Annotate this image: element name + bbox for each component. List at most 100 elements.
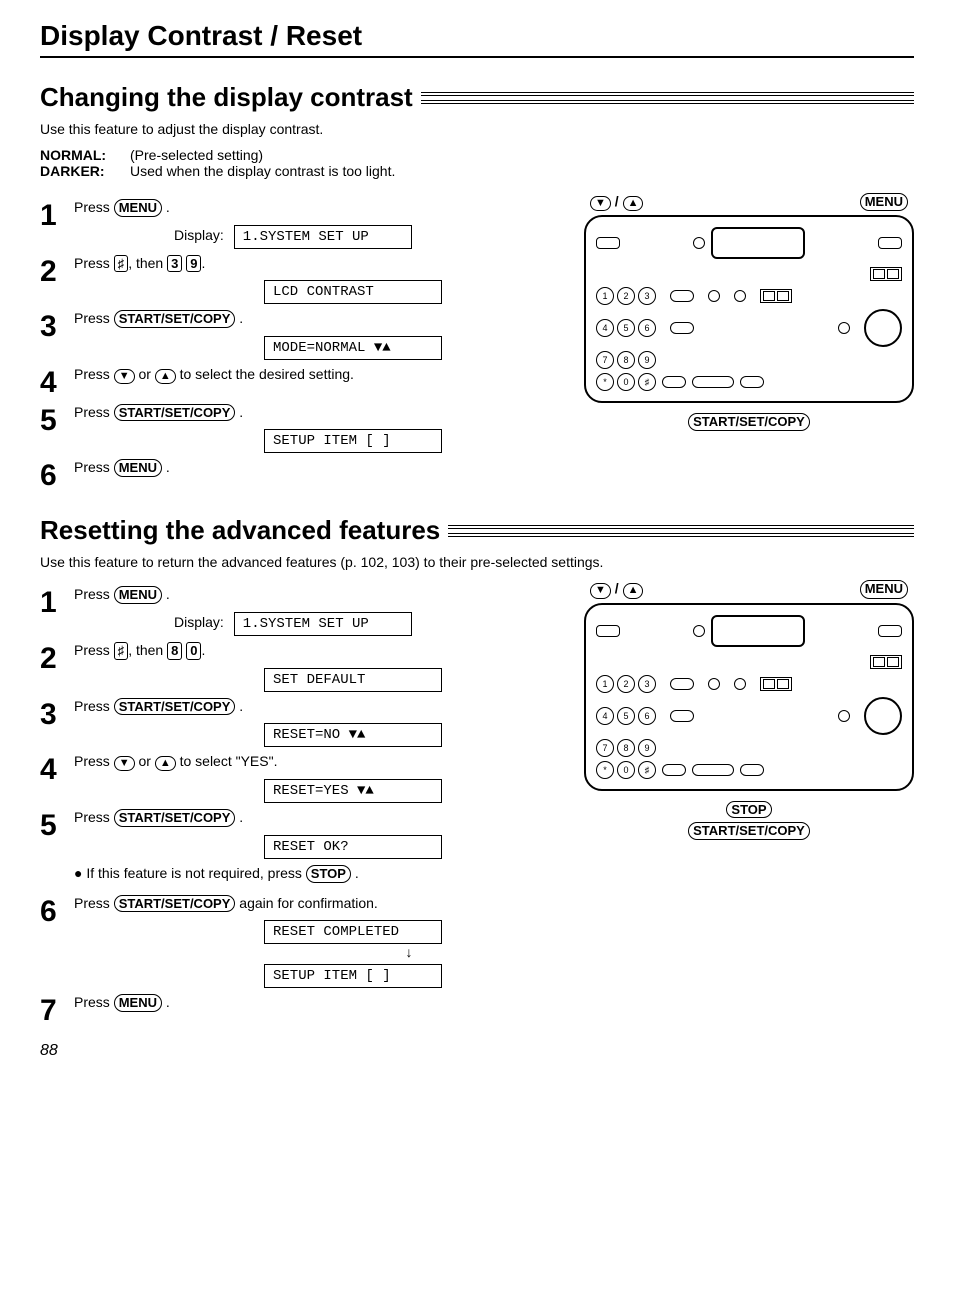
indicator-icon	[760, 289, 792, 303]
start-set-copy-button: START/SET/COPY	[114, 698, 236, 716]
s2-step6: 6 Press START/SET/COPY again for confirm…	[40, 895, 554, 989]
text: .	[235, 809, 243, 825]
device-button	[878, 237, 902, 249]
s1-step2: 2 Press ♯, then 3 9. LCD CONTRAST	[40, 255, 554, 305]
section2-intro: Use this feature to return the advanced …	[40, 554, 914, 570]
lcd-display: RESET=YES ▼▲	[264, 779, 442, 803]
lcd-display: MODE=NORMAL ▼▲	[264, 336, 442, 360]
text: Press	[74, 459, 114, 475]
text: Press	[74, 642, 114, 658]
device-led	[734, 678, 746, 690]
text: Press	[74, 753, 114, 769]
text: Press	[74, 366, 114, 382]
hash-key: ♯	[114, 255, 129, 273]
text: .	[201, 642, 205, 658]
up-arrow-button: ▲	[155, 756, 176, 771]
text: to select the desired setting.	[176, 366, 354, 382]
start-set-copy-button: START/SET/COPY	[114, 895, 236, 913]
key-8: 8	[167, 642, 182, 660]
device-button	[692, 376, 734, 388]
lcd-display: SETUP ITEM [ ]	[264, 429, 442, 453]
device-screen	[711, 227, 805, 259]
menu-button: MENU	[114, 459, 162, 477]
page-number: 88	[40, 1042, 914, 1060]
key-9: 9	[186, 255, 201, 273]
device-led	[693, 237, 705, 249]
lcd-display: RESET=NO ▼▲	[264, 723, 442, 747]
lcd-display: SETUP ITEM [ ]	[264, 964, 442, 988]
step-number: 3	[40, 310, 74, 342]
step-number: 3	[40, 698, 74, 730]
s2-step1: 1 Press MENU . Display: 1.SYSTEM SET UP	[40, 586, 554, 636]
step-number: 5	[40, 404, 74, 436]
text: Press	[74, 404, 114, 420]
device-button	[692, 764, 734, 776]
dial-icon	[864, 697, 902, 735]
lcd-display: 1.SYSTEM SET UP	[234, 225, 412, 249]
menu-button: MENU	[114, 994, 162, 1012]
step-number: 2	[40, 642, 74, 674]
dial-icon	[864, 309, 902, 347]
step-number: 7	[40, 994, 74, 1026]
device-led	[708, 678, 720, 690]
menu-label: MENU	[860, 193, 908, 211]
indicator-icon	[760, 677, 792, 691]
text: , then	[128, 255, 167, 271]
lcd-display: RESET OK?	[264, 835, 442, 859]
text: Press	[74, 199, 114, 215]
section1-definitions: NORMAL: (Pre-selected setting) DARKER: U…	[40, 147, 914, 179]
device-button	[670, 678, 694, 690]
device-button	[596, 237, 620, 249]
text: Press	[74, 698, 114, 714]
start-set-copy-button: START/SET/COPY	[114, 310, 236, 328]
lcd-display: RESET COMPLETED	[264, 920, 442, 944]
s1-step4: 4 Press ▼ or ▲ to select the desired set…	[40, 366, 554, 398]
start-set-copy-callout: START/SET/COPY	[688, 822, 810, 840]
hash-key: ♯	[114, 642, 129, 660]
text: .	[162, 199, 170, 215]
menu-label: MENU	[860, 580, 908, 598]
display-label: Display:	[174, 614, 224, 630]
device-button	[740, 764, 764, 776]
step-number: 1	[40, 586, 74, 618]
key-3: 3	[167, 255, 182, 273]
device-button	[670, 322, 694, 334]
start-set-copy-callout: START/SET/COPY	[688, 413, 810, 431]
def-normal-desc: (Pre-selected setting)	[130, 147, 263, 163]
s2-step7: 7 Press MENU .	[40, 994, 554, 1026]
down-arrow-button: ▼	[114, 756, 135, 771]
start-set-copy-button: START/SET/COPY	[114, 809, 236, 827]
section2-heading-text: Resetting the advanced features	[40, 515, 440, 546]
section1-illustration: ▼ / ▲ MENU 123 4	[584, 193, 914, 431]
step-number: 6	[40, 459, 74, 491]
page-title: Display Contrast / Reset	[40, 20, 914, 58]
step-number: 4	[40, 753, 74, 785]
text: Press	[74, 255, 114, 271]
menu-button: MENU	[114, 199, 162, 217]
device-led	[708, 290, 720, 302]
indicator-icon	[870, 267, 902, 281]
slash: /	[611, 193, 623, 209]
lcd-display: 1.SYSTEM SET UP	[234, 612, 412, 636]
lcd-display: LCD CONTRAST	[264, 280, 442, 304]
section2-heading: Resetting the advanced features	[40, 515, 914, 546]
device-led	[838, 710, 850, 722]
key-0: 0	[186, 642, 201, 660]
text: Press	[74, 586, 114, 602]
device-button	[662, 376, 686, 388]
device-screen	[711, 615, 805, 647]
device-button	[670, 290, 694, 302]
section1-heading: Changing the display contrast	[40, 82, 914, 113]
down-arrow-button: ▼	[114, 369, 135, 384]
def-darker-desc: Used when the display contrast is too li…	[130, 163, 395, 179]
step-number: 6	[40, 895, 74, 927]
text: .	[235, 310, 243, 326]
s2-step5: 5 Press START/SET/COPY . RESET OK? ● If …	[40, 809, 554, 888]
down-arrow-icon: ▼	[590, 583, 611, 598]
section1-intro: Use this feature to adjust the display c…	[40, 121, 914, 137]
bullet-text: ● If this feature is not required, press	[74, 865, 306, 881]
text: .	[235, 404, 243, 420]
def-normal-label: NORMAL:	[40, 147, 130, 163]
section2-illustration: ▼ / ▲ MENU 123 4	[584, 580, 914, 839]
stop-button: STOP	[306, 865, 351, 883]
